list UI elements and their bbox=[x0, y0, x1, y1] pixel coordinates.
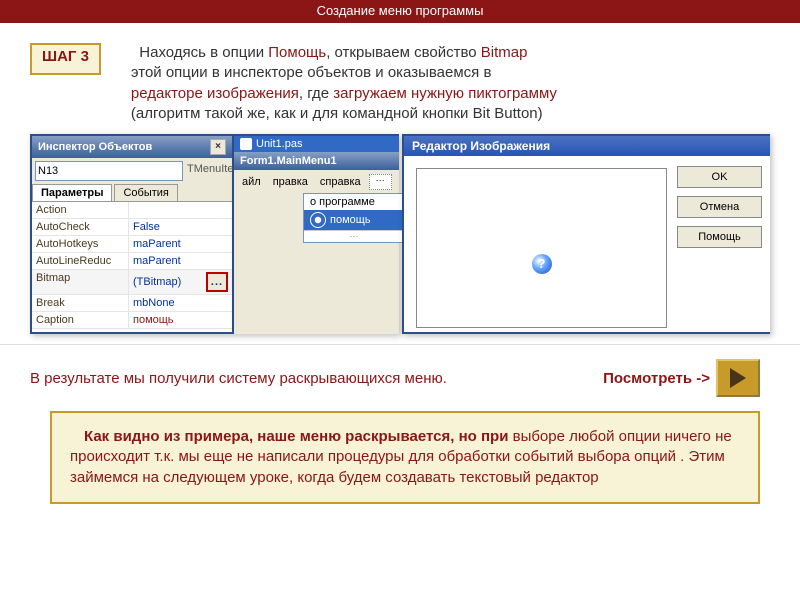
menu-item-help-sel[interactable]: помощь bbox=[304, 210, 404, 230]
ok-button[interactable]: OK bbox=[677, 166, 762, 188]
prop-row-bitmap[interactable]: Bitmap (TBitmap)... bbox=[32, 270, 232, 295]
oi-title-bar[interactable]: Инспектор Объектов × bbox=[32, 136, 232, 158]
menu-editor-title: Form1.MainMenu1 bbox=[234, 152, 399, 170]
help-button[interactable]: Помощь bbox=[677, 226, 762, 248]
oi-selector[interactable]: TMenuItem ▾ bbox=[32, 158, 232, 184]
oi-object-name[interactable] bbox=[35, 161, 183, 181]
source-tab[interactable]: Unit1.pas bbox=[234, 136, 399, 152]
result-row: В результате мы получили систему раскрыв… bbox=[0, 345, 800, 411]
ellipsis-button[interactable]: ... bbox=[206, 272, 228, 292]
menu-item-help[interactable]: справка bbox=[316, 174, 365, 190]
step-badge: ШАГ 3 bbox=[30, 43, 101, 75]
menu-dropdown[interactable]: о программе помощь ⋯ bbox=[303, 193, 405, 243]
menu-editor-body: айл правка справка ⋯ о программе помощь … bbox=[234, 170, 399, 334]
prop-row: AutoCheckFalse bbox=[32, 219, 232, 236]
page-title: Создание меню программы bbox=[0, 0, 800, 23]
screenshot-panels: Инспектор Объектов × TMenuItem ▾ Парамет… bbox=[0, 134, 800, 345]
tab-events[interactable]: События bbox=[114, 184, 177, 201]
image-editor: Редактор Изображения ? OK Отмена Помощь bbox=[402, 134, 770, 334]
menu-placeholder[interactable]: ⋯ bbox=[304, 230, 404, 242]
note-box: Как видно из примера, наше меню раскрыва… bbox=[50, 411, 760, 504]
cancel-button[interactable]: Отмена bbox=[677, 196, 762, 218]
menu-editor: Unit1.pas Form1.MainMenu1 айл правка спр… bbox=[234, 134, 399, 334]
image-editor-title: Редактор Изображения bbox=[404, 136, 770, 156]
result-text: В результате мы получили систему раскрыв… bbox=[30, 370, 643, 387]
oi-property-grid[interactable]: Action AutoCheckFalse AutoHotkeysmaParen… bbox=[32, 202, 232, 332]
view-link[interactable]: Посмотреть -> bbox=[603, 370, 710, 387]
oi-tabs: Параметры События bbox=[32, 184, 232, 202]
prop-row: AutoHotkeysmaParent bbox=[32, 236, 232, 253]
help-icon: ? bbox=[532, 254, 552, 274]
tab-params[interactable]: Параметры bbox=[32, 184, 112, 201]
image-canvas[interactable]: ? bbox=[416, 168, 667, 328]
prop-row: BreakmbNone bbox=[32, 295, 232, 312]
prop-row: AutoLineReducmaParent bbox=[32, 253, 232, 270]
arrow-right-icon bbox=[730, 368, 746, 388]
menu-item-file[interactable]: айл bbox=[238, 174, 265, 190]
object-inspector: Инспектор Объектов × TMenuItem ▾ Парамет… bbox=[30, 134, 234, 334]
menu-item-about[interactable]: о программе bbox=[304, 194, 404, 210]
prop-row: Captionпомощь bbox=[32, 312, 232, 329]
file-icon bbox=[240, 138, 252, 150]
menu-bar[interactable]: айл правка справка ⋯ bbox=[238, 174, 395, 190]
instruction-text: Находясь в опции Помощь, открываем свойс… bbox=[131, 43, 557, 124]
prop-row: Action bbox=[32, 202, 232, 219]
instruction-row: ШАГ 3 Находясь в опции Помощь, открываем… bbox=[0, 23, 800, 134]
close-icon[interactable]: × bbox=[210, 139, 226, 155]
menu-item-edit[interactable]: правка bbox=[269, 174, 312, 190]
image-editor-buttons: OK Отмена Помощь bbox=[677, 156, 770, 332]
menu-placeholder[interactable]: ⋯ bbox=[369, 174, 392, 190]
next-button[interactable] bbox=[716, 359, 760, 397]
